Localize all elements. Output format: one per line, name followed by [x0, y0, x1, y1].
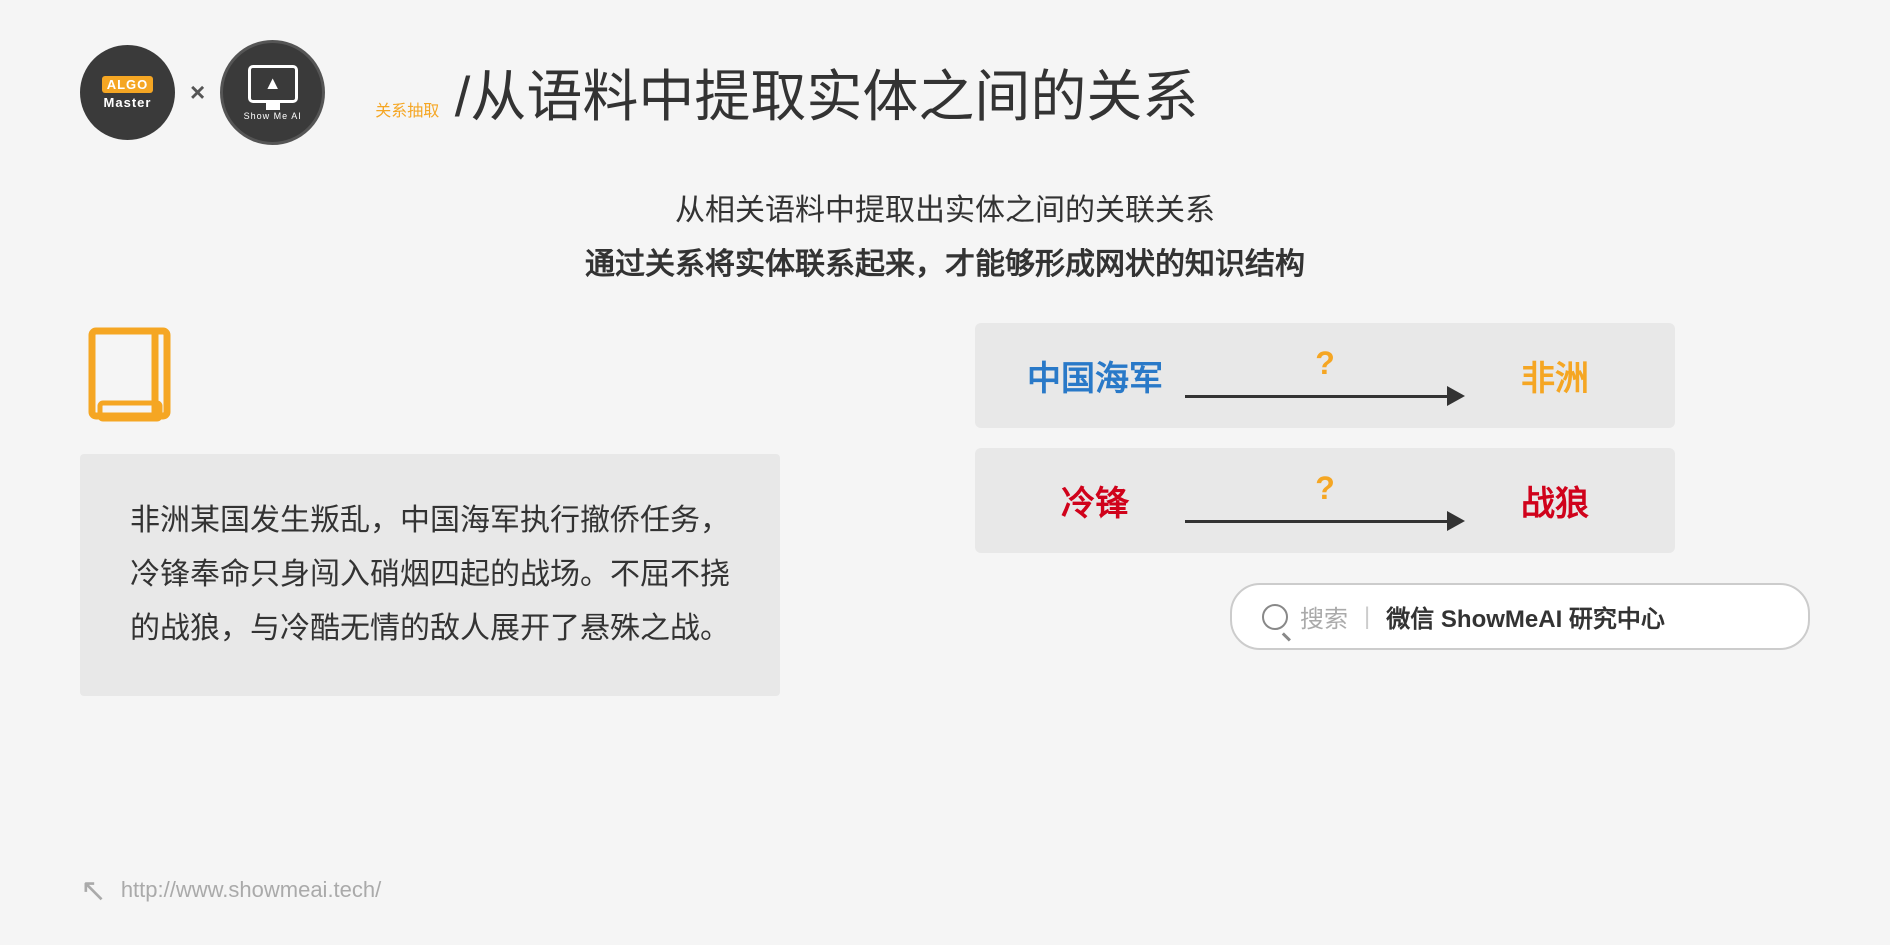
- entity-right-2: 战狼: [1475, 476, 1635, 525]
- header-title: 关系抽取 /从语料中提取实体之间的关系: [375, 52, 1198, 133]
- subtitle-area: 从相关语料中提取出实体之间的关联关系 通过关系将实体联系起来，才能够形成网状的知…: [80, 185, 1810, 283]
- question-mark-1: ?: [1315, 345, 1335, 382]
- main-content: 非洲某国发生叛乱，中国海军执行撤侨任务，冷锋奉命只身闯入硝烟四起的战场。不屈不挠…: [80, 323, 1810, 696]
- arrow-line-1: [1185, 386, 1465, 406]
- arrow-head-1: [1447, 386, 1465, 406]
- left-panel: 非洲某国发生叛乱，中国海军执行撤侨任务，冷锋奉命只身闯入硝烟四起的战场。不屈不挠…: [80, 323, 780, 696]
- monitor-arrow: ▲: [264, 73, 282, 94]
- question-mark-2: ?: [1315, 470, 1335, 507]
- algo-master-logo: ALGO Master: [80, 45, 175, 140]
- footer: ↖ http://www.showmeai.tech/: [80, 871, 381, 909]
- header: ALGO Master × ▲ Show Me AI 关系抽取 /从语料中提取实…: [80, 40, 1810, 145]
- arrow-shaft-2: [1185, 520, 1447, 523]
- subtitle-line1: 从相关语料中提取出实体之间的关联关系: [80, 185, 1810, 229]
- title-dark: 从语料中提取实体之间的关系: [470, 65, 1198, 128]
- relation-row-2: 冷锋 ? 战狼: [975, 448, 1675, 553]
- search-brand: 微信 ShowMeAI 研究中心: [1386, 599, 1665, 634]
- title-orange: 关系抽取: [375, 103, 439, 120]
- arrow-area-2: ?: [1185, 470, 1465, 531]
- subtitle-line2: 通过关系将实体联系起来，才能够形成网状的知识结构: [80, 239, 1810, 283]
- arrow-shaft-1: [1185, 395, 1447, 398]
- showme-logo: ▲ Show Me AI: [220, 40, 325, 145]
- entity-left-2: 冷锋: [1015, 476, 1175, 525]
- showme-text: Show Me AI: [244, 111, 302, 121]
- monitor-icon: ▲: [248, 65, 298, 103]
- arrow-line-2: [1185, 511, 1465, 531]
- master-text: Master: [104, 95, 152, 110]
- search-bar[interactable]: 搜索 | 微信 ShowMeAI 研究中心: [1230, 583, 1810, 650]
- cursor-icon: ↖: [80, 871, 107, 909]
- arrow-area-1: ?: [1185, 345, 1465, 406]
- page-container: ALGO Master × ▲ Show Me AI 关系抽取 /从语料中提取实…: [0, 0, 1890, 945]
- logo-area: ALGO Master × ▲ Show Me AI: [80, 40, 325, 145]
- title-separator: /: [439, 65, 470, 128]
- relation-row-1: 中国海军 ? 非洲: [975, 323, 1675, 428]
- entity-right-1: 非洲: [1475, 351, 1635, 400]
- search-icon: [1262, 604, 1288, 630]
- footer-url: http://www.showmeai.tech/: [121, 877, 381, 903]
- x-separator: ×: [190, 77, 205, 108]
- entity-left-1: 中国海军: [1015, 351, 1175, 400]
- book-icon-wrapper: [80, 323, 780, 438]
- search-divider: |: [1364, 603, 1370, 631]
- arrow-head-2: [1447, 511, 1465, 531]
- algo-text: ALGO: [102, 76, 154, 93]
- search-placeholder: 搜索: [1300, 599, 1348, 634]
- book-icon: [80, 323, 190, 433]
- text-content: 非洲某国发生叛乱，中国海军执行撤侨任务，冷锋奉命只身闯入硝烟四起的战场。不屈不挠…: [130, 504, 730, 645]
- text-box: 非洲某国发生叛乱，中国海军执行撤侨任务，冷锋奉命只身闯入硝烟四起的战场。不屈不挠…: [80, 454, 780, 696]
- right-panel: 中国海军 ? 非洲 冷锋 ?: [840, 323, 1810, 650]
